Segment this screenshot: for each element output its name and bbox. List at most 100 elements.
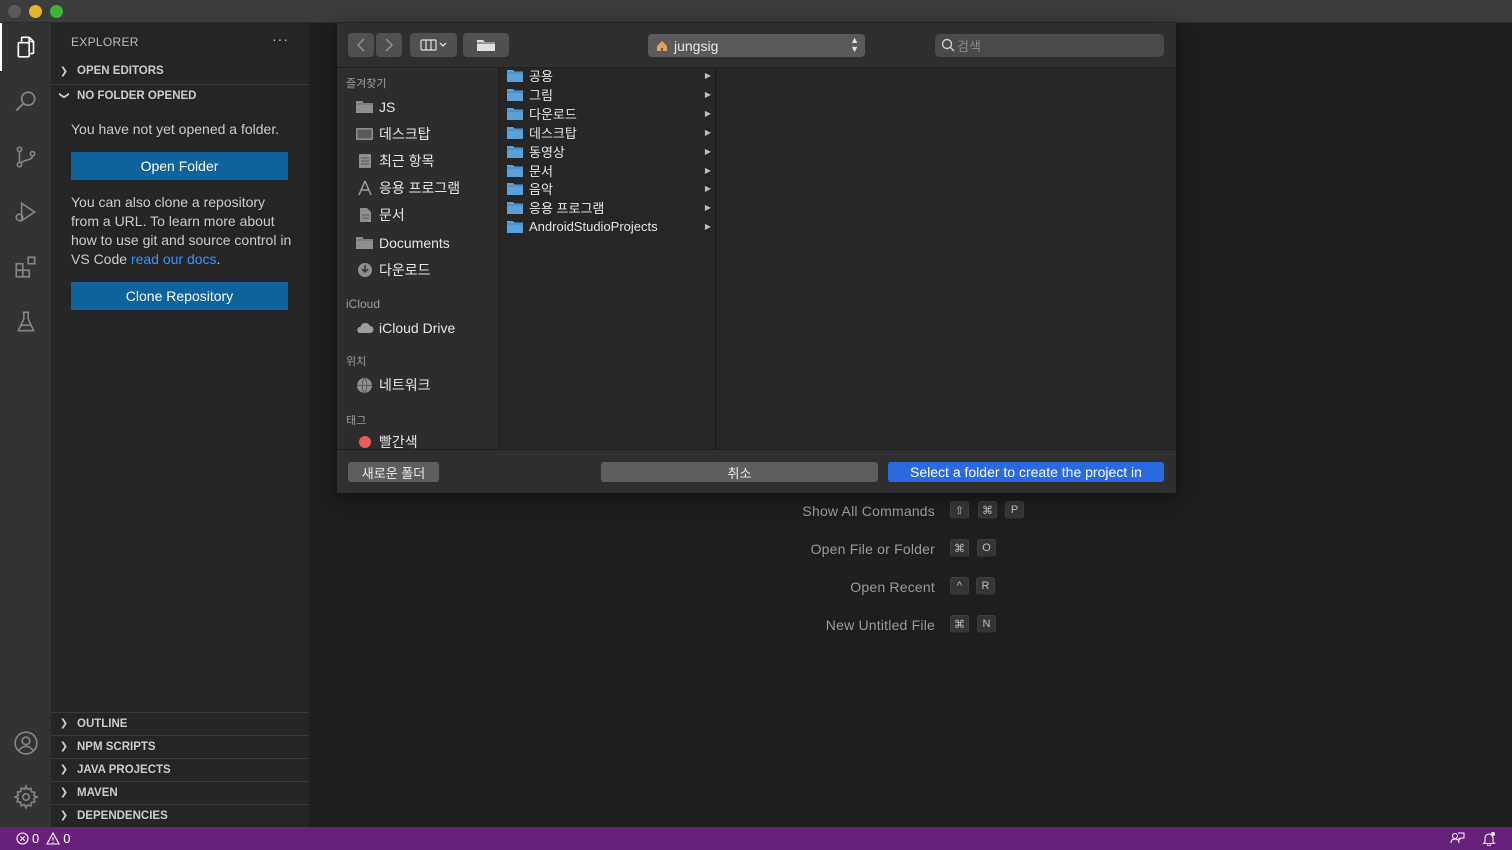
extensions-icon[interactable]: [0, 243, 51, 291]
new-folder-toolbar-button[interactable]: [463, 33, 509, 57]
location-value: jungsig: [674, 37, 719, 54]
locations-header: 위치: [346, 356, 367, 368]
list-item-folder[interactable]: 그림 ▶: [499, 85, 715, 104]
sidebar-item-label: JS: [379, 99, 396, 115]
section-open-editors[interactable]: ❯ OPEN EDITORS: [51, 60, 309, 82]
run-debug-icon[interactable]: [0, 188, 51, 236]
key-cap: ^: [950, 577, 969, 595]
sidebar-item-documents[interactable]: Documents: [355, 233, 450, 253]
disclosure-arrow-icon: ▶: [704, 109, 711, 118]
sidebar-item-downloads[interactable]: 다운로드: [355, 260, 431, 280]
sidebar-item-icloud-drive[interactable]: iCloud Drive: [355, 318, 455, 338]
disclosure-arrow-icon: ▶: [704, 222, 711, 231]
dialog-search-input[interactable]: 검색: [935, 34, 1164, 57]
sidebar-item-recents[interactable]: 최근 항목: [355, 151, 434, 171]
account-icon[interactable]: [0, 719, 51, 767]
list-item-folder[interactable]: 동영상 ▶: [499, 142, 715, 161]
source-control-icon[interactable]: [0, 133, 51, 181]
chevron-right-icon: ❯: [59, 741, 69, 752]
welcome-command-row[interactable]: New Untitled File ⌘ N: [309, 615, 1512, 635]
sidebar-item-network[interactable]: 네트워크: [355, 375, 431, 395]
testing-icon[interactable]: [0, 298, 51, 346]
list-item-folder[interactable]: 공용 ▶: [499, 66, 715, 85]
sidebar-item-label: 다운로드: [379, 262, 431, 278]
folder-list: 공용 ▶ 그림 ▶ 다운로드 ▶ 데스크탑 ▶ 동영상 ▶ 문서 ▶ 음악 ▶ …: [499, 68, 716, 449]
more-actions-icon[interactable]: ···: [272, 31, 289, 47]
window-minimize-button[interactable]: [29, 5, 42, 18]
folder-icon: [507, 201, 523, 214]
settings-gear-icon[interactable]: [0, 773, 51, 821]
sidebar-item-applications[interactable]: 응용 프로그램: [355, 178, 460, 198]
list-item-folder[interactable]: 데스크탑 ▶: [499, 123, 715, 142]
folder-name: AndroidStudioProjects: [529, 219, 658, 234]
folder-name: 음악: [529, 182, 553, 197]
folder-icon: [507, 145, 523, 158]
key-cap: ⇧: [950, 501, 969, 519]
section-dependencies[interactable]: ❯ DEPENDENCIES: [51, 804, 309, 826]
back-button[interactable]: [348, 33, 374, 57]
select-folder-button[interactable]: Select a folder to create the project in: [888, 462, 1164, 482]
folder-name: 다운로드: [529, 107, 577, 122]
sidebar-item-docs-ko[interactable]: 문서: [355, 205, 405, 225]
sidebar-item-label: 데스크탑: [379, 126, 431, 142]
explorer-icon[interactable]: [0, 23, 51, 71]
download-icon: [355, 262, 374, 278]
section-label: JAVA PROJECTS: [77, 763, 171, 776]
section-npm-scripts[interactable]: ❯ NPM SCRIPTS: [51, 735, 309, 757]
open-folder-button[interactable]: Open Folder: [71, 152, 288, 180]
sidebar-item-label: 최근 항목: [379, 153, 435, 169]
window-close-button[interactable]: [8, 5, 21, 18]
chevron-right-icon: ❯: [59, 65, 69, 77]
forward-button[interactable]: [376, 33, 402, 57]
section-outline[interactable]: ❯ OUTLINE: [51, 712, 309, 734]
cancel-button[interactable]: 취소: [601, 462, 878, 482]
disclosure-arrow-icon: ▶: [704, 166, 711, 175]
list-item-folder[interactable]: 음악 ▶: [499, 179, 715, 198]
folder-icon: [507, 126, 523, 139]
list-item-folder[interactable]: AndroidStudioProjects ▶: [499, 217, 715, 236]
applications-icon: [355, 180, 374, 196]
command-label: Open Recent: [850, 579, 935, 595]
feedback-icon[interactable]: [1450, 831, 1465, 846]
welcome-command-row[interactable]: Open Recent ^ R: [309, 577, 1512, 597]
folder-icon: [507, 69, 523, 82]
list-item-folder[interactable]: 응용 프로그램 ▶: [499, 198, 715, 217]
location-select[interactable]: jungsig ▲ ▼: [648, 34, 865, 57]
section-label: OPEN EDITORS: [77, 65, 164, 77]
desktop-icon: [355, 126, 374, 142]
error-count: 0: [32, 831, 40, 846]
problems-indicator[interactable]: 0 0: [16, 831, 70, 846]
dialog-toolbar: jungsig ▲ ▼ 검색: [337, 23, 1176, 68]
read-docs-link[interactable]: read our docs: [131, 251, 217, 267]
view-mode-button[interactable]: [410, 33, 457, 57]
window-maximize-button[interactable]: [50, 5, 63, 18]
search-icon[interactable]: [0, 78, 51, 126]
notifications-bell-icon[interactable]: [1482, 831, 1496, 846]
clone-repository-button[interactable]: Clone Repository: [71, 282, 288, 310]
folder-icon: [507, 88, 523, 101]
welcome-command-row[interactable]: Show All Commands ⇧ ⌘ P: [309, 501, 1512, 521]
list-item-folder[interactable]: 문서 ▶: [499, 161, 715, 180]
chevron-right-icon: ❯: [59, 787, 69, 798]
search-icon: [941, 38, 955, 52]
updown-chevron-icon: ▲ ▼: [850, 35, 859, 54]
favorites-header: 즐겨찾기: [346, 78, 387, 90]
folder-icon: [507, 220, 523, 233]
sidebar-item-label: Documents: [379, 235, 450, 251]
chevron-right-icon: ❯: [59, 718, 69, 729]
section-no-folder[interactable]: ❯ NO FOLDER OPENED: [51, 84, 309, 106]
explorer-sidebar: EXPLORER ··· ❯ OPEN EDITORS ❯ NO FOLDER …: [51, 23, 309, 827]
welcome-command-row[interactable]: Open File or Folder ⌘ O: [309, 539, 1512, 559]
key-cap: ⌘: [950, 539, 969, 557]
section-java-projects[interactable]: ❯ JAVA PROJECTS: [51, 758, 309, 780]
sidebar-item-desktop[interactable]: 데스크탑: [355, 124, 431, 144]
list-item-folder[interactable]: 다운로드 ▶: [499, 104, 715, 123]
command-label: New Untitled File: [825, 617, 935, 633]
disclosure-arrow-icon: ▶: [704, 203, 711, 212]
command-label: Show All Commands: [802, 503, 935, 519]
section-maven[interactable]: ❯ MAVEN: [51, 781, 309, 803]
sidebar-item-label: 응용 프로그램: [379, 180, 461, 196]
sidebar-item-js[interactable]: JS: [355, 97, 395, 117]
new-folder-button[interactable]: 새로운 폴더: [348, 462, 439, 482]
folder-icon: [507, 182, 523, 195]
